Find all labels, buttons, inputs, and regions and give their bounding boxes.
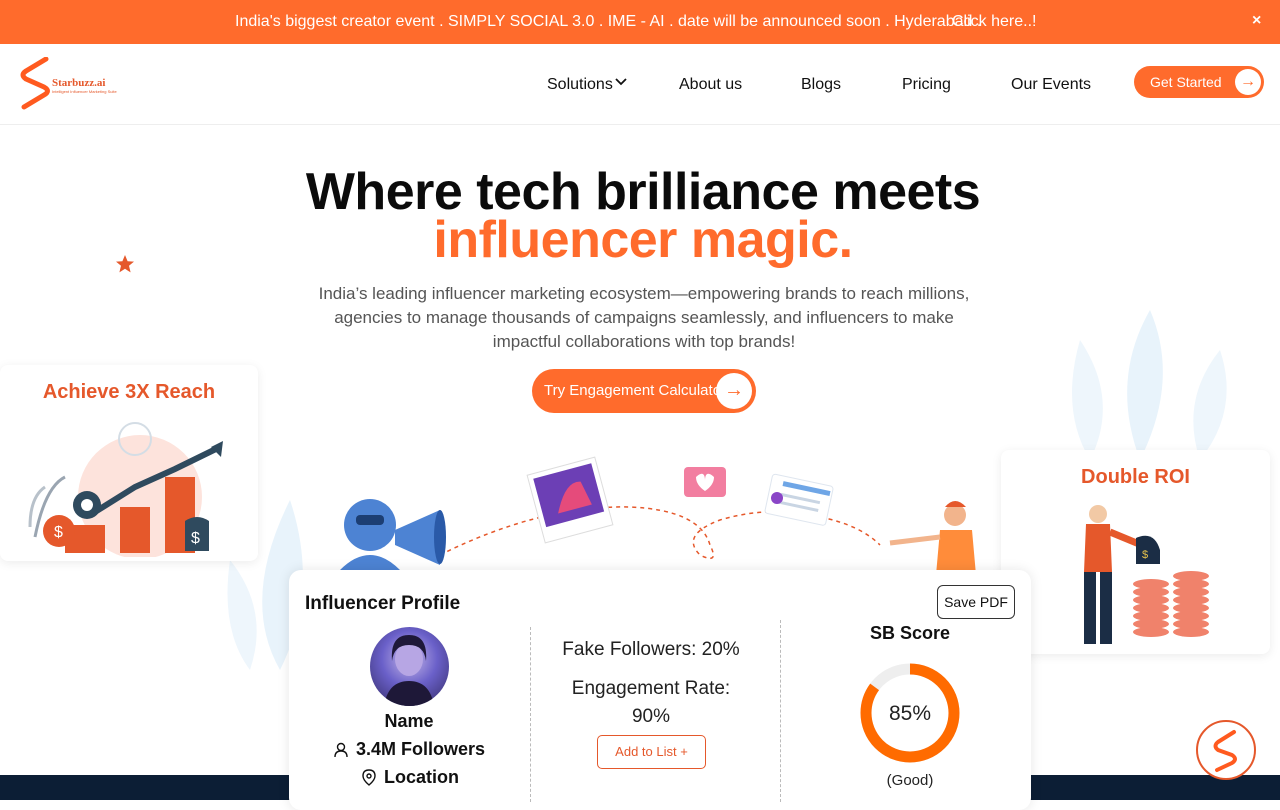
sb-score-title: SB Score [869,623,951,643]
hero-subtitle: India’s leading influencer marketing eco… [318,284,970,351]
arrow-right-icon: → [1235,69,1261,95]
logo-tagline: Intelligent Influencer Marketing Suite [52,89,117,94]
nav-blogs[interactable]: Blogs [801,76,841,94]
fake-followers-stat: Fake Followers: 20% [562,639,740,660]
logo[interactable]: Starbuzz.ai Intelligent Influencer Marke… [18,56,118,111]
engagement-rate-stat: Engagement Rate: 90% [531,675,771,731]
get-started-button[interactable]: Get Started → [1134,66,1264,98]
avatar [370,627,449,706]
roi-card-title: Double ROI [1081,466,1190,488]
growth-illustration: $ $ [28,422,223,557]
sb-score-rating: (Good) [886,772,934,789]
svg-text:$: $ [191,530,200,547]
hero-title-highlight: influencer magic. [433,211,853,269]
engagement-rate-label: Engagement Rate: [571,678,731,699]
engagement-calculator-label: Try Engagement Calculator [544,382,727,399]
roi-card: Double ROI $ [1001,450,1270,654]
reach-card-title: Achieve 3X Reach [42,381,216,403]
follower-count: 3.4M Followers [356,739,486,759]
add-to-list-button[interactable]: Add to List + [597,735,706,769]
banner-link[interactable]: Click here..! [952,13,1036,31]
top-navigation: Starbuzz.ai Intelligent Influencer Marke… [0,44,1280,125]
roi-illustration: $ [1084,505,1209,644]
brand-s-icon [1213,730,1237,772]
announcement-banner: India's biggest creator event . SIMPLY S… [0,0,1280,44]
logo-text: Starbuzz.ai [52,77,106,89]
banner-text: India's biggest creator event . SIMPLY S… [235,13,982,30]
save-pdf-button[interactable]: Save PDF [937,585,1015,619]
profile-title: Influencer Profile [305,593,461,614]
leaf-decoration [1072,310,1227,460]
nav-about-us[interactable]: About us [679,76,742,94]
chevron-down-icon[interactable] [614,75,628,89]
location-pin-icon [362,769,376,786]
nav-solutions[interactable]: Solutions [547,76,613,94]
user-icon [334,742,348,758]
arrow-right-icon: → [716,373,752,409]
influencer-location: Location [384,767,459,787]
avatar-portrait [384,635,434,706]
chat-widget-button[interactable] [1196,720,1256,780]
svg-text:$: $ [54,524,63,541]
close-icon[interactable]: × [1252,12,1261,30]
svg-text:$: $ [1142,549,1148,561]
sb-score-value: 85% [888,702,932,725]
nav-pricing[interactable]: Pricing [902,76,951,94]
get-started-label: Get Started [1150,74,1222,90]
influencer-name: Name [384,711,434,731]
influencer-profile-card: Influencer Profile Save PDF Name 3.4M Fo… [289,570,1031,810]
reach-card: Achieve 3X Reach $ $ [0,365,258,561]
marketing-illustration [340,456,976,575]
engagement-rate-value: 90% [631,706,671,727]
engagement-calculator-button[interactable]: Try Engagement Calculator → [532,369,756,413]
nav-our-events[interactable]: Our Events [1011,76,1091,94]
